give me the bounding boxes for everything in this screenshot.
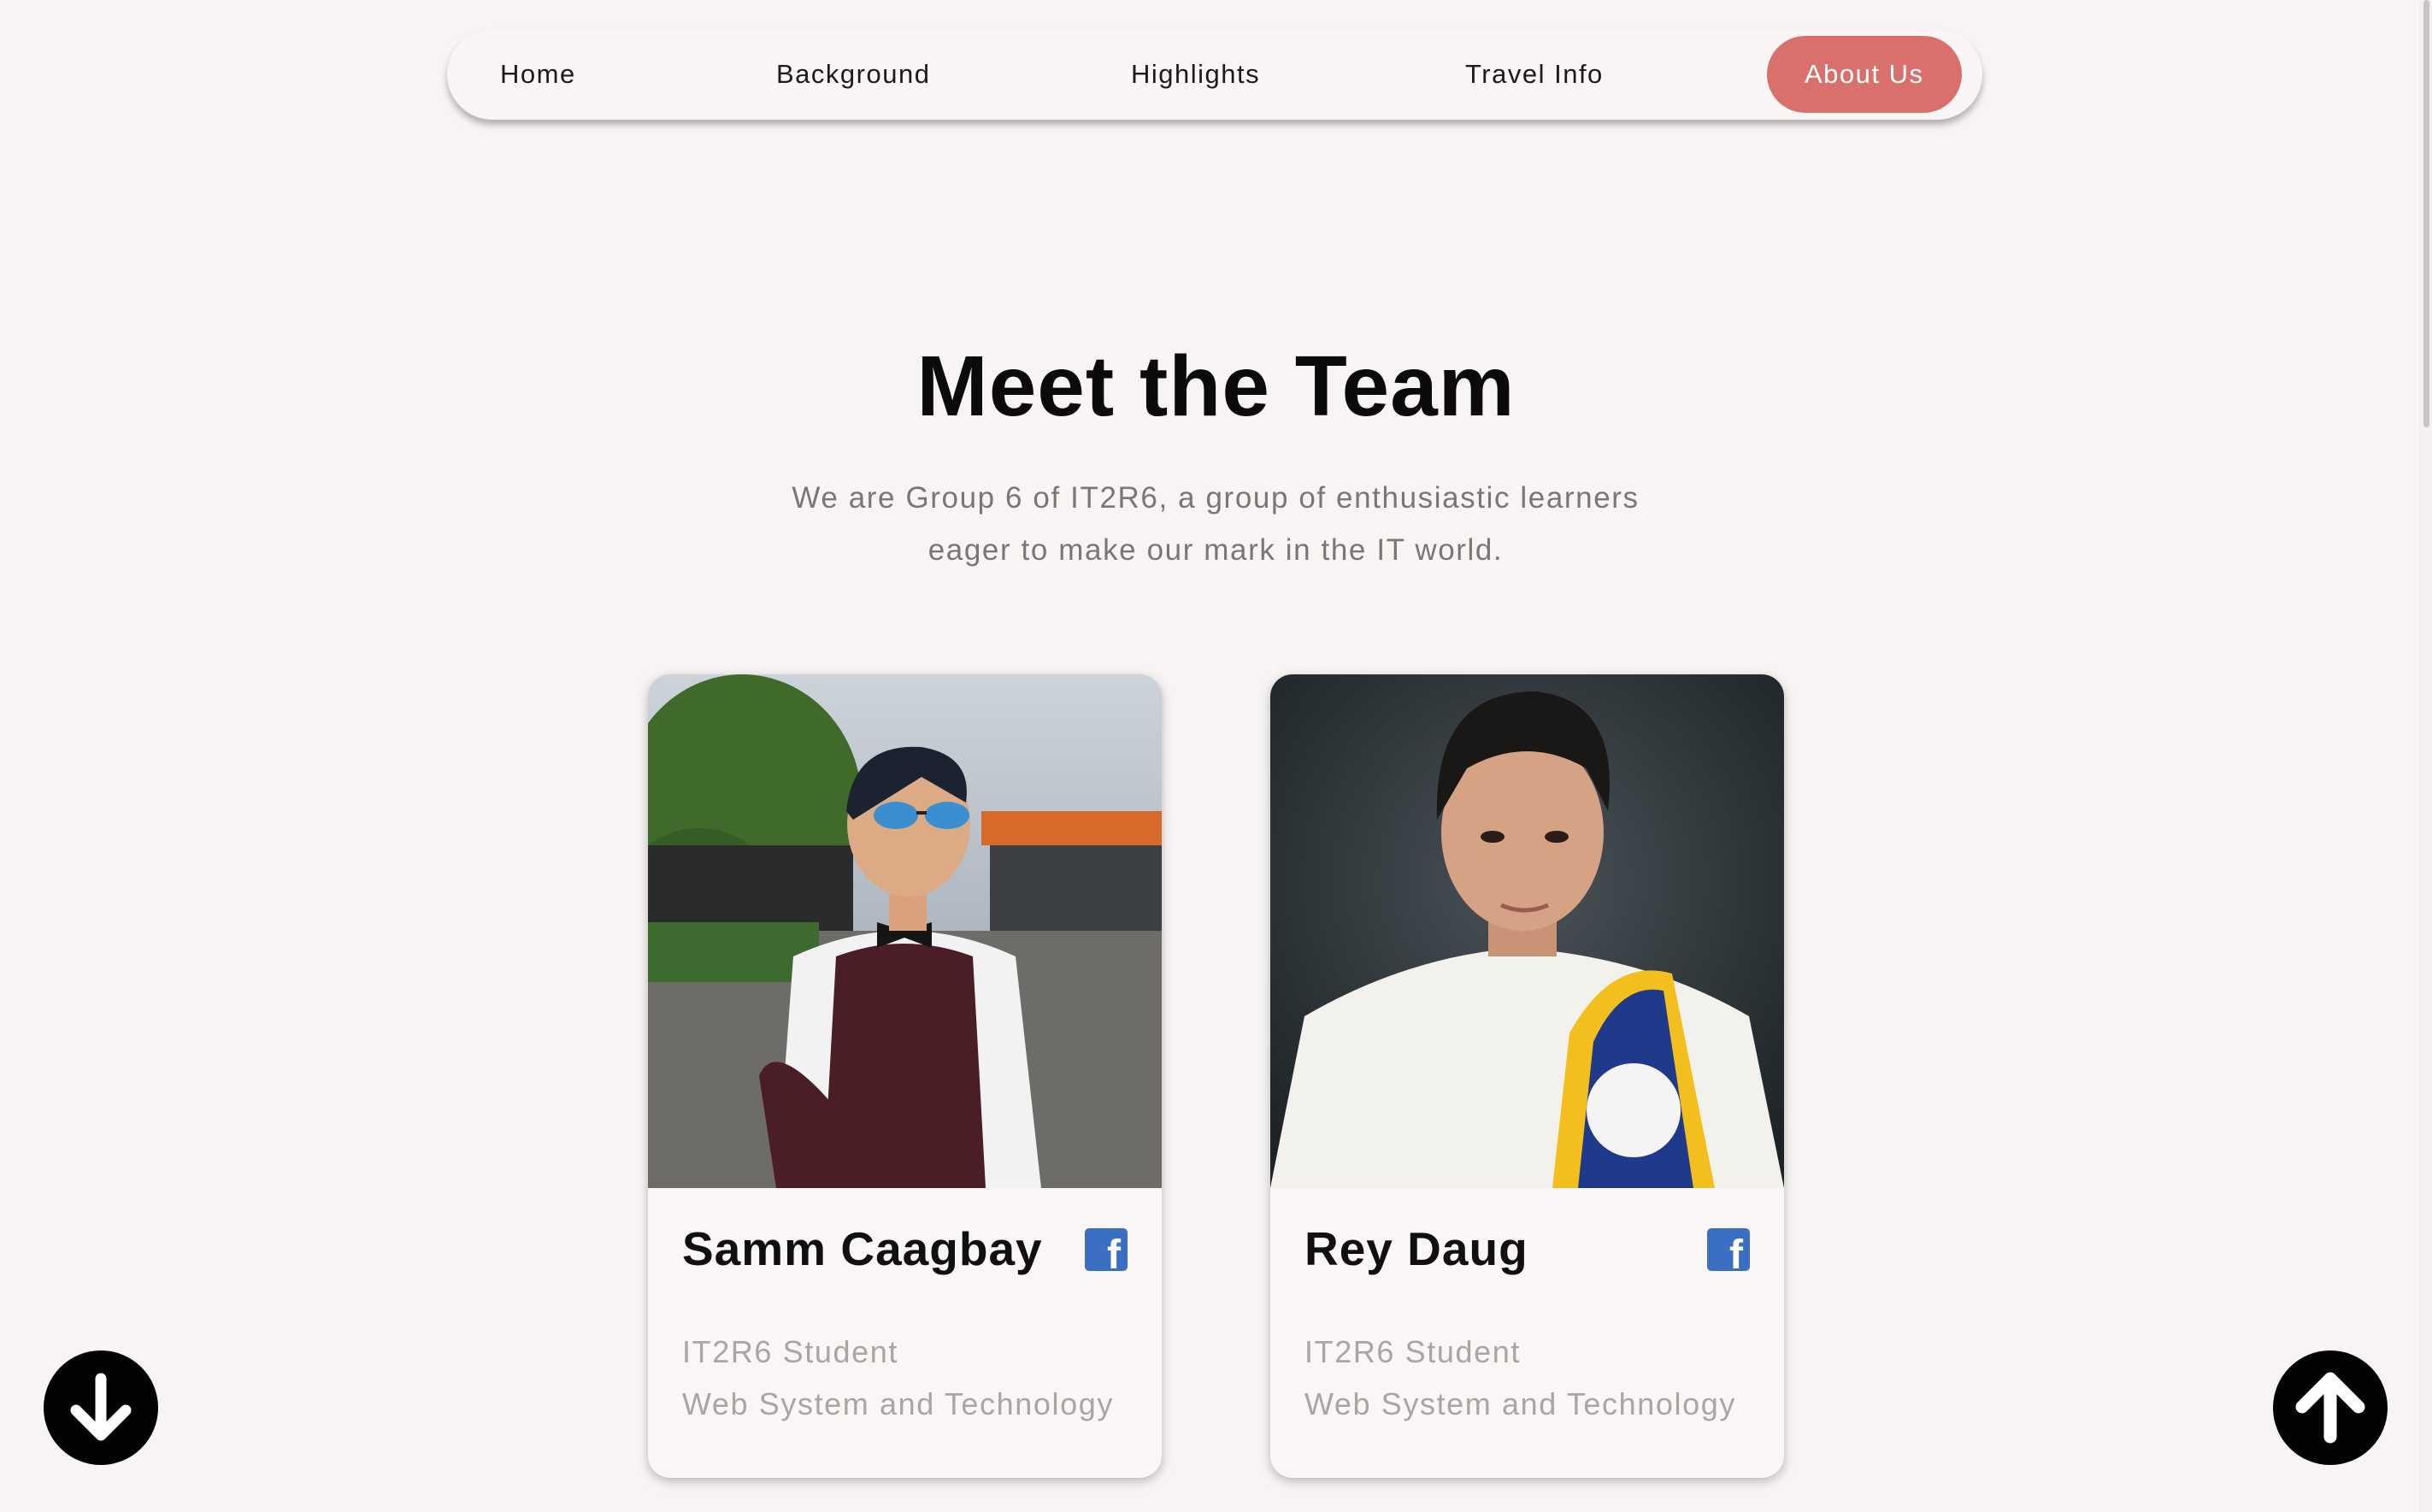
arrow-up-icon <box>2295 1372 2365 1444</box>
page: Home Background Highlights Travel Info A… <box>0 0 2432 1512</box>
team-card-rey: Rey Daug f IT2R6 Student Web System and … <box>1270 674 1784 1478</box>
page-title: Meet the Team <box>916 338 1516 434</box>
nav-item-travel-info[interactable]: Travel Info <box>1465 59 1604 90</box>
member-name: Rey Daug <box>1304 1222 1528 1275</box>
member-name: Samm Caagbay <box>682 1222 1043 1275</box>
member-role: IT2R6 Student Web System and Technology <box>1304 1326 1736 1430</box>
nav-item-home[interactable]: Home <box>500 59 576 90</box>
member-photo-image <box>1270 674 1784 1188</box>
member-role-line: Web System and Technology <box>1304 1386 1736 1421</box>
nav-item-highlights[interactable]: Highlights <box>1131 59 1260 90</box>
page-subtitle: We are Group 6 of IT2R6, a group of enth… <box>703 472 1728 576</box>
arrow-down-icon <box>70 1373 132 1441</box>
member-role: IT2R6 Student Web System and Technology <box>682 1326 1114 1430</box>
member-role-line: IT2R6 Student <box>1304 1334 1521 1369</box>
member-role-line: Web System and Technology <box>682 1386 1114 1421</box>
facebook-icon[interactable]: f <box>1085 1228 1128 1276</box>
team-card-samm: Samm Caagbay f IT2R6 Student Web System … <box>648 674 1162 1478</box>
scroll-down-button[interactable] <box>44 1350 158 1465</box>
top-navbar: Home Background Highlights Travel Info A… <box>447 29 1982 120</box>
member-photo <box>648 674 1162 1188</box>
nav-item-background[interactable]: Background <box>776 59 930 90</box>
nav-item-about-us[interactable]: About Us <box>1767 36 1962 113</box>
member-photo-image <box>648 674 1162 1188</box>
member-photo <box>1270 674 1784 1188</box>
subtitle-line: We are Group 6 of IT2R6, a group of enth… <box>792 481 1640 515</box>
scrollbar-track[interactable] <box>2420 0 2432 1512</box>
subtitle-line: eager to make our mark in the IT world. <box>927 533 1504 567</box>
scroll-up-button[interactable] <box>2273 1350 2388 1465</box>
facebook-icon[interactable]: f <box>1707 1228 1750 1276</box>
member-role-line: IT2R6 Student <box>682 1334 898 1369</box>
